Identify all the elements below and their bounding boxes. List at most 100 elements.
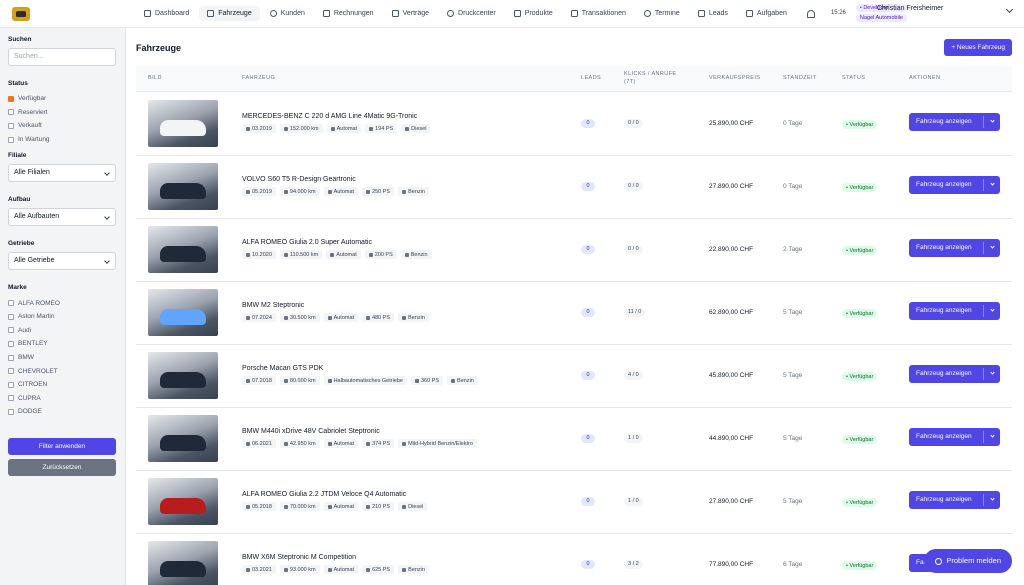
vehicle-specs: 07.2018 80.000 km Halbautomatisches Getrie… <box>242 376 478 385</box>
button-divider <box>983 368 984 380</box>
checkbox[interactable] <box>8 408 14 415</box>
marke-option[interactable]: DODGE <box>8 405 117 419</box>
nav-aufgaben[interactable]: Aufgaben <box>738 6 795 21</box>
checkbox[interactable] <box>8 327 14 334</box>
aufbau-select[interactable]: Alle Aufbauten <box>8 208 116 227</box>
checkbox[interactable] <box>8 368 14 375</box>
vehicle-thumbnail[interactable] <box>148 100 218 147</box>
nav-fahrzeuge[interactable]: Fahrzeuge <box>199 6 260 21</box>
fuel-icon <box>402 315 407 320</box>
vehicle-model[interactable]: VOLVO S60 T5 R-Design Geartronic <box>242 176 356 183</box>
status-option[interactable]: In Wartung <box>8 133 117 147</box>
view-vehicle-button[interactable]: Fahrzeug anzeigen <box>909 365 1000 383</box>
nav-druckcenter[interactable]: Druckcenter <box>439 6 504 21</box>
view-vehicle-button[interactable]: Fahrzeug anzeigen <box>909 302 1000 320</box>
nav-rechnungen[interactable]: Rechnungen <box>315 6 382 21</box>
vehicle-model[interactable]: BMW M2 Steptronic <box>242 302 304 309</box>
nav-transaktionen[interactable]: Transaktionen <box>563 6 634 21</box>
marke-filter-list[interactable]: ALFA ROMEO Aston Martin Audi BENTLEY BMW CHEV… <box>8 296 117 428</box>
calendar-icon <box>246 504 250 509</box>
spec-ps: 625 PS <box>372 566 391 573</box>
car-shape <box>160 246 206 262</box>
sale-price: 25.890,00 CHF <box>709 120 754 127</box>
view-vehicle-button[interactable]: Fahrzeug anzeigen <box>909 176 1000 194</box>
status-option[interactable]: Verfügbar <box>8 92 117 106</box>
marke-option-label: DODGE <box>18 408 42 416</box>
view-vehicle-button[interactable]: Fahrzeug anzeigen <box>909 428 1000 446</box>
reset-filter-button[interactable]: Zurücksetzen <box>8 459 116 477</box>
status-option[interactable]: Reserviert <box>8 106 117 120</box>
spec-chip: 194 PS <box>365 124 398 133</box>
view-vehicle-button[interactable]: Fahrzeug anzeigen <box>909 113 1000 131</box>
produkte-icon <box>513 10 521 17</box>
checkbox[interactable] <box>8 340 14 347</box>
checkbox[interactable] <box>8 109 14 116</box>
chevron-down-icon[interactable] <box>990 307 995 312</box>
chevron-down-icon[interactable] <box>990 244 995 249</box>
view-vehicle-button[interactable]: Fahrzeug anzeigen <box>909 491 1000 509</box>
view-vehicle-label: Fahrzeug anzeigen <box>916 244 972 251</box>
status-badge: • Verfügbar <box>842 561 878 570</box>
vehicle-specs: 05.2018 70.000 km Automat 210 PS Diesel <box>242 502 428 511</box>
leads-icon <box>697 10 705 17</box>
marke-option[interactable]: Audi <box>8 324 117 338</box>
clicks-calls: 0 / 0 <box>624 182 643 191</box>
status-option[interactable]: Verkauft <box>8 119 117 133</box>
brand-logo-icon[interactable] <box>12 6 30 21</box>
chevron-down-icon[interactable] <box>990 433 995 438</box>
user-menu[interactable]: 15:26 • Developer Nagel Automobile Chris… <box>831 4 1014 22</box>
vehicle-model[interactable]: Porsche Macan GTS PDK <box>242 365 323 372</box>
button-divider <box>983 242 984 254</box>
vehicle-thumbnail[interactable] <box>148 541 218 585</box>
nav-vertraege[interactable]: Verträge <box>384 6 437 21</box>
marke-option[interactable]: CUPRA <box>8 392 117 406</box>
vehicle-model[interactable]: ALFA ROMEO Giulia 2.0 Super Automatic <box>242 239 372 246</box>
view-vehicle-label: Fahrzeug anzeigen <box>916 181 972 188</box>
chevron-down-icon[interactable] <box>990 181 995 186</box>
checkbox[interactable] <box>8 122 14 129</box>
checkbox[interactable] <box>8 300 14 307</box>
leads-count: 0 <box>581 560 595 569</box>
marke-option[interactable]: CHEVROLET <box>8 364 117 378</box>
checkbox[interactable] <box>8 136 14 143</box>
checkbox[interactable] <box>8 381 14 388</box>
chevron-down-icon[interactable] <box>990 370 995 375</box>
vehicle-model[interactable]: BMW X6M Steptronic M Competition <box>242 554 356 561</box>
marke-option[interactable]: ALFA ROMEO <box>8 296 117 310</box>
vehicle-model[interactable]: BMW M440i xDrive 48V Cabriolet Steptroni… <box>242 428 380 435</box>
checkbox[interactable] <box>8 354 14 361</box>
marke-option[interactable]: CITROEN <box>8 378 117 392</box>
nav-produkte[interactable]: Produkte <box>506 6 561 21</box>
checkbox[interactable] <box>8 95 14 102</box>
vehicle-thumbnail[interactable] <box>148 163 218 210</box>
nav-kunden[interactable]: Kunden <box>262 6 313 21</box>
chevron-down-icon[interactable] <box>1005 5 1014 13</box>
vehicle-model[interactable]: MERCEDES-BENZ C 220 d AMG Line 4Matic 9G… <box>242 113 417 120</box>
vehicle-thumbnail[interactable] <box>148 289 218 336</box>
checkbox[interactable] <box>8 313 14 320</box>
marke-option[interactable]: BMW <box>8 351 117 365</box>
view-vehicle-button[interactable]: Fahrzeug anzeigen <box>909 239 1000 257</box>
vehicle-thumbnail[interactable] <box>148 415 218 462</box>
apply-filter-button[interactable]: Filter anwenden <box>8 438 116 456</box>
bell-icon[interactable] <box>806 9 815 18</box>
vehicle-thumbnail[interactable] <box>148 352 218 399</box>
checkbox[interactable] <box>8 395 14 402</box>
spec-chip: Automat <box>326 250 361 259</box>
vehicle-thumbnail[interactable] <box>148 226 218 273</box>
vehicle-model[interactable]: ALFA ROMEO Giulia 2.2 JTDM Veloce Q4 Aut… <box>242 491 406 498</box>
report-problem-button[interactable]: Problem melden <box>924 549 1012 573</box>
nav-termine[interactable]: Termine <box>636 6 688 21</box>
nav-leads[interactable]: Leads <box>690 6 736 21</box>
getriebe-select[interactable]: Alle Getriebe <box>8 252 116 271</box>
marke-option[interactable]: BENTLEY <box>8 337 117 351</box>
filiale-select[interactable]: Alle Filialen <box>8 164 116 183</box>
new-vehicle-button[interactable]: + Neues Fahrzeug <box>944 39 1012 56</box>
nav-dashboard[interactable]: Dashboard <box>136 6 197 21</box>
chevron-down-icon[interactable] <box>990 496 995 501</box>
search-input[interactable]: Suchen... <box>8 48 116 66</box>
vehicle-thumbnail[interactable] <box>148 478 218 525</box>
spec-date: 05.2019 <box>252 188 272 195</box>
chevron-down-icon[interactable] <box>990 118 995 123</box>
marke-option[interactable]: Aston Martin <box>8 310 117 324</box>
